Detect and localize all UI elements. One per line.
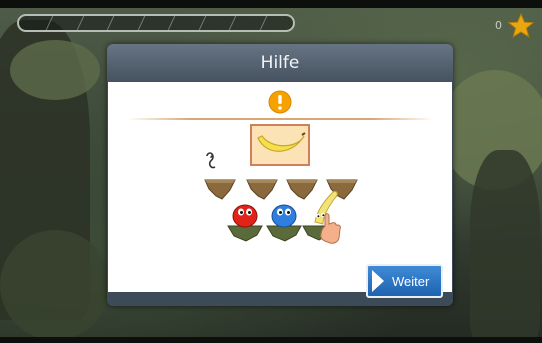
rock-platform-1 (204, 179, 236, 200)
banana-icon (257, 132, 306, 152)
continue-button-label: Weiter (392, 274, 430, 289)
banana-card (250, 124, 310, 166)
progress-segment (260, 16, 293, 30)
play-arrow-icon (372, 270, 384, 292)
red-creature-on-platform (227, 204, 263, 242)
help-dialog: Hilfe Weiter (107, 44, 453, 306)
level-progress-bar (17, 14, 295, 32)
star-icon (508, 13, 534, 38)
yellow-creature-with-pointer-hand (302, 191, 341, 244)
help-illustration (108, 82, 452, 292)
continue-button[interactable]: Weiter (366, 264, 443, 298)
ear-icon (206, 152, 216, 169)
blue-creature-on-platform (266, 204, 302, 242)
rock-platform-2 (246, 179, 278, 200)
bottom-frame (0, 337, 542, 343)
exclamation-icon (268, 90, 292, 114)
divider (128, 118, 434, 120)
dialog-title: Hilfe (107, 44, 453, 82)
background-vines (0, 230, 110, 340)
top-frame (0, 0, 542, 8)
background-tree-right (470, 150, 540, 340)
background-foliage (10, 40, 100, 100)
star-score-count: 0 (495, 19, 502, 32)
